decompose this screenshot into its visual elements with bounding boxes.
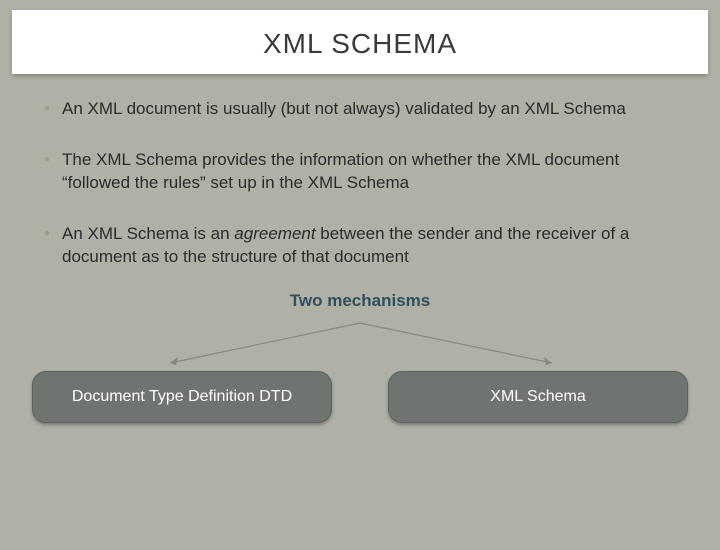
slide-title: XML SCHEMA <box>12 28 708 60</box>
bullet-item: An XML Schema is an agreement between th… <box>40 223 680 269</box>
subheading: Two mechanisms <box>0 291 720 311</box>
mechanism-row: Document Type Definition DTD XML Schema <box>0 371 720 423</box>
mechanism-left: Document Type Definition DTD <box>32 371 332 423</box>
bullet-list: An XML document is usually (but not alwa… <box>40 98 680 269</box>
bullet-text: An XML document is usually (but not alwa… <box>62 99 626 118</box>
mechanism-right: XML Schema <box>388 371 688 423</box>
bullet-text-pre: An XML Schema is an <box>62 224 234 243</box>
title-box: XML SCHEMA <box>12 10 708 74</box>
connector-lines <box>0 317 720 371</box>
bullet-text: The XML Schema provides the information … <box>62 150 619 192</box>
bullet-item: An XML document is usually (but not alwa… <box>40 98 680 121</box>
bullet-text-italic: agreement <box>234 224 315 243</box>
bullet-item: The XML Schema provides the information … <box>40 149 680 195</box>
